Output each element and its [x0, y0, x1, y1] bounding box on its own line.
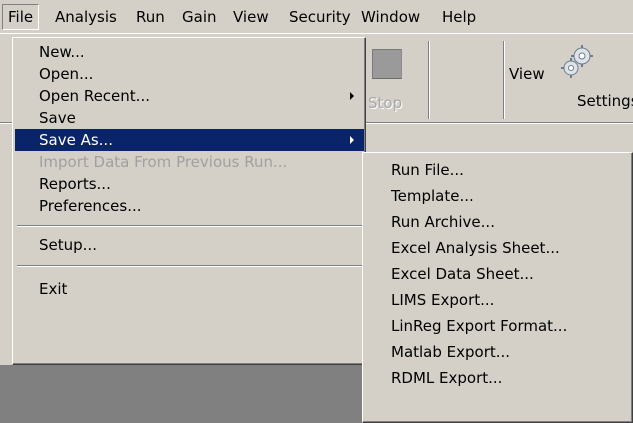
submenu-item-run-file[interactable]: Run File...	[365, 157, 630, 183]
menu-item-save[interactable]: Save	[15, 107, 364, 129]
menu-item-label: Preferences...	[39, 197, 142, 215]
menu-item-setup[interactable]: Setup...	[15, 234, 364, 256]
menu-security[interactable]: Security	[284, 4, 356, 30]
menu-item-label: Import Data From Previous Run...	[39, 153, 288, 171]
submenu-item-excel-analysis-sheet[interactable]: Excel Analysis Sheet...	[365, 235, 630, 261]
menu-item-reports[interactable]: Reports...	[15, 173, 364, 195]
submenu-arrow-icon	[350, 136, 354, 144]
menu-run[interactable]: Run	[131, 4, 170, 30]
submenu-item-linreg-export[interactable]: LinReg Export Format...	[365, 313, 630, 339]
menu-item-label: Reports...	[39, 175, 111, 193]
application-window: File Analysis Run Gain View Security Win…	[0, 0, 633, 423]
menu-item-label: Open...	[39, 65, 94, 83]
gears-icon[interactable]	[560, 43, 596, 79]
submenu-item-run-archive[interactable]: Run Archive...	[365, 209, 630, 235]
submenu-item-template[interactable]: Template...	[365, 183, 630, 209]
toolbar-separator	[428, 41, 430, 119]
menu-separator	[17, 225, 362, 227]
menu-item-label: Setup...	[39, 236, 97, 254]
menu-item-open[interactable]: Open...	[15, 63, 364, 85]
view-button[interactable]: View	[509, 65, 545, 83]
submenu-item-excel-data-sheet[interactable]: Excel Data Sheet...	[365, 261, 630, 287]
menu-item-label: Save As...	[39, 131, 113, 149]
menu-item-exit[interactable]: Exit	[15, 278, 364, 300]
menu-view[interactable]: View	[228, 4, 274, 30]
submenu-item-rdml-export[interactable]: RDML Export...	[365, 365, 630, 391]
menu-gain[interactable]: Gain	[177, 4, 222, 30]
stop-button[interactable]: Stop	[364, 39, 426, 121]
menu-item-new[interactable]: New...	[15, 41, 364, 63]
menu-item-label: Exit	[39, 280, 68, 298]
submenu-item-lims-export[interactable]: LIMS Export...	[365, 287, 630, 313]
menu-analysis[interactable]: Analysis	[50, 4, 122, 30]
menu-item-label: Save	[39, 109, 76, 127]
submenu-item-matlab-export[interactable]: Matlab Export...	[365, 339, 630, 365]
menu-item-open-recent[interactable]: Open Recent...	[15, 85, 364, 107]
save-as-submenu: Run File... Template... Run Archive... E…	[362, 152, 633, 423]
menu-bar: File Analysis Run Gain View Security Win…	[0, 0, 633, 34]
menu-item-label: Open Recent...	[39, 87, 150, 105]
menu-window[interactable]: Window	[356, 4, 425, 30]
menu-file[interactable]: File	[2, 4, 40, 30]
settings-label[interactable]: Settings	[577, 92, 633, 110]
toolbar-separator	[503, 41, 505, 119]
stop-icon	[372, 49, 402, 79]
menu-help[interactable]: Help	[437, 4, 481, 30]
menu-item-label: New...	[39, 43, 85, 61]
menu-item-import-data: Import Data From Previous Run...	[15, 151, 364, 173]
menu-item-preferences[interactable]: Preferences...	[15, 195, 364, 217]
stop-label: Stop	[368, 94, 403, 112]
menu-item-save-as[interactable]: Save As...	[15, 129, 364, 151]
file-menu: New... Open... Open Recent... Save Save …	[12, 37, 366, 365]
workspace-panel	[0, 365, 366, 423]
submenu-arrow-icon	[350, 92, 354, 100]
menu-separator	[17, 265, 362, 267]
